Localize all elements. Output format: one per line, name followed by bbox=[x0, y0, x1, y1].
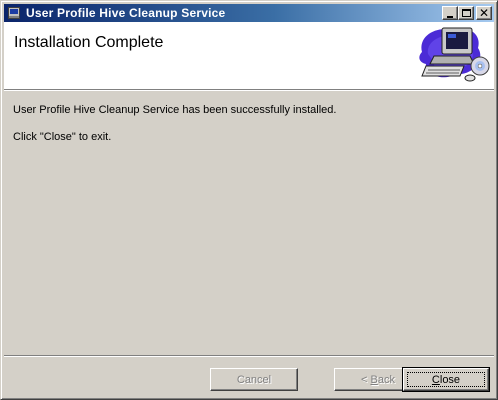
close-window-button[interactable]: ✕ bbox=[476, 6, 492, 20]
page-title: Installation Complete bbox=[14, 34, 164, 51]
maximize-icon bbox=[462, 9, 471, 17]
title-bar[interactable]: User Profile Hive Cleanup Service ✕ bbox=[4, 4, 494, 22]
cancel-button-label: Cancel bbox=[236, 373, 272, 386]
header-divider bbox=[4, 89, 494, 91]
success-message: User Profile Hive Cleanup Service has be… bbox=[13, 104, 337, 116]
minimize-icon bbox=[447, 16, 453, 18]
close-icon: ✕ bbox=[478, 6, 490, 20]
installer-window: User Profile Hive Cleanup Service ✕ Inst… bbox=[0, 0, 498, 400]
maximize-button[interactable] bbox=[458, 6, 474, 20]
close-button[interactable]: Close bbox=[402, 367, 490, 392]
back-button-mnemonic: B bbox=[370, 373, 378, 386]
window-title: User Profile Hive Cleanup Service bbox=[26, 6, 226, 20]
computer-cd-icon bbox=[419, 27, 490, 82]
window-controls: ✕ bbox=[442, 6, 492, 20]
focus-rectangle bbox=[407, 372, 485, 387]
header-banner: Installation Complete bbox=[4, 22, 494, 89]
footer-divider bbox=[4, 355, 494, 357]
back-button-prefix: < bbox=[361, 373, 371, 386]
back-button-rest: ack bbox=[377, 373, 395, 386]
cancel-button[interactable]: Cancel bbox=[210, 368, 298, 391]
exit-instruction: Click "Close" to exit. bbox=[13, 131, 112, 143]
installer-app-icon[interactable] bbox=[6, 5, 22, 21]
minimize-button[interactable] bbox=[442, 6, 458, 20]
